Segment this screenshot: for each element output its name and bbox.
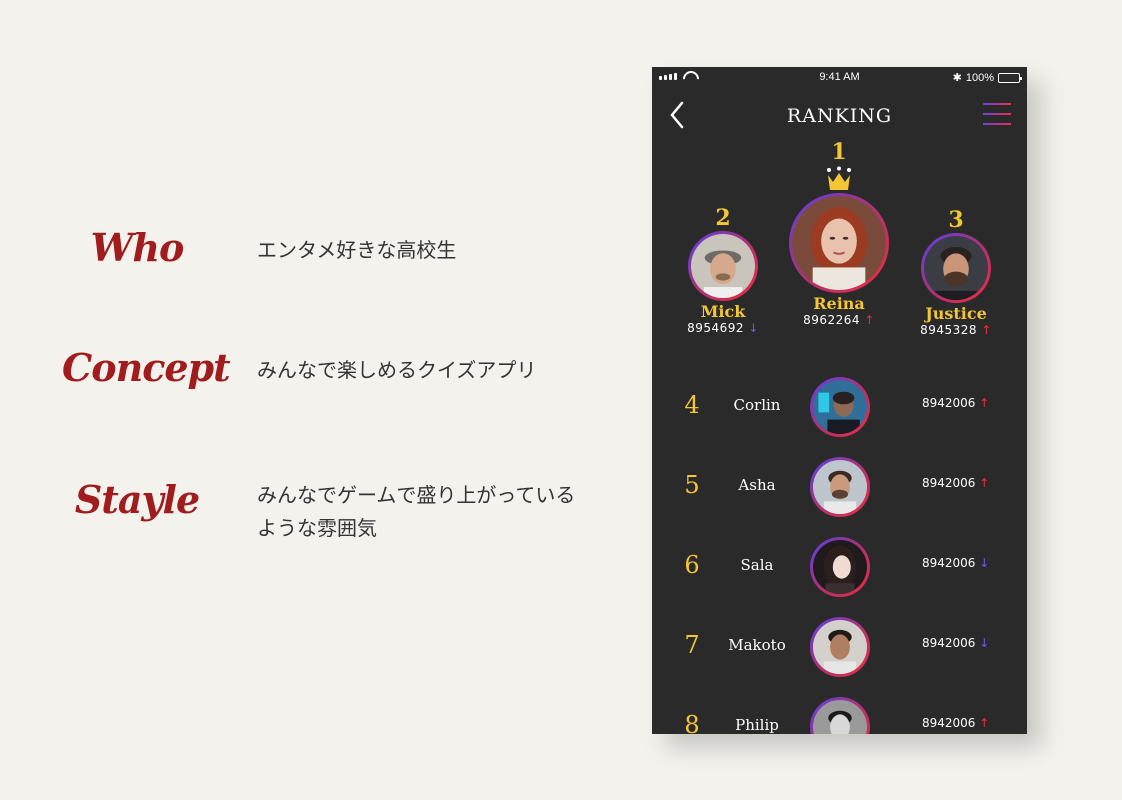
row-name: Makoto (728, 636, 786, 654)
battery-percent: 100% (965, 71, 994, 84)
ranking-row[interactable]: 4 Corlin 8942006 ↑ (652, 373, 1027, 443)
status-right: ✱ 100% (952, 71, 1022, 84)
menu-line-icon (983, 113, 1011, 115)
avatar-image (792, 196, 886, 290)
podium-second[interactable]: 2 Mick 8954692 ↓ (678, 205, 768, 335)
bluetooth-icon: ✱ (952, 72, 962, 84)
score-value: 8962264 (803, 313, 861, 327)
podium-name: Justice (925, 304, 987, 323)
ranking-row[interactable]: 5 Asha 8942006 ↑ (652, 453, 1027, 523)
crown-icon (827, 166, 851, 190)
score-value: 8954692 (687, 321, 745, 335)
score-value: 8942006 (922, 396, 976, 410)
battery-icon (998, 72, 1022, 83)
menu-button[interactable] (983, 103, 1011, 127)
menu-line-icon (983, 103, 1011, 105)
podium-rank: 3 (948, 207, 964, 233)
podium-rank: 2 (715, 205, 731, 231)
score-value: 8945328 (920, 323, 978, 337)
row-score: 8942006 ↑ (922, 396, 989, 410)
podium-first[interactable]: 1 Reina 8962264 ↑ (789, 139, 889, 327)
podium-name: Reina (813, 294, 865, 313)
row-rank: 7 (684, 631, 700, 659)
score-value: 8942006 (922, 636, 976, 650)
score-value: 8942006 (922, 716, 976, 730)
avatar-image (924, 236, 988, 300)
podium-score: 8945328 ↑ (911, 323, 1001, 337)
row-score: 8942006 ↓ (922, 556, 989, 570)
avatar-image (691, 234, 755, 298)
ranking-row[interactable]: 7 Makoto 8942006 ↓ (652, 613, 1027, 683)
score-value: 8942006 (922, 556, 976, 570)
row-score: 8942006 ↑ (922, 716, 989, 730)
podium-third[interactable]: 3 Justice 8945328 ↑ (911, 207, 1001, 337)
arrow-up-icon: ↑ (981, 323, 992, 337)
avatar (789, 193, 889, 293)
avatar-image (813, 540, 867, 594)
row-rank: 5 (684, 471, 700, 499)
avatar-image (813, 700, 867, 734)
status-bar: 9:41 AM ✱ 100% (652, 67, 1027, 87)
arrow-up-icon: ↑ (979, 716, 990, 730)
ranking-row[interactable]: 8 Philip 8942006 ↑ (652, 693, 1027, 734)
avatar (688, 231, 758, 301)
menu-line-icon (983, 123, 1011, 125)
avatar (810, 697, 870, 734)
avatar (810, 457, 870, 517)
row-rank: 4 (684, 391, 700, 419)
page-title: RANKING (786, 105, 893, 127)
avatar (810, 377, 870, 437)
concept-value-concept: みんなで楽しめるクイズアプリ (257, 358, 537, 382)
nav-bar: RANKING (652, 97, 1027, 137)
concept-key-concept: Concept (62, 345, 231, 390)
avatar (810, 617, 870, 677)
arrow-down-icon: ↓ (748, 321, 759, 335)
podium-score: 8954692 ↓ (678, 321, 768, 335)
avatar (921, 233, 991, 303)
phone-screen: 9:41 AM ✱ 100% RANKING 1 Reina 8962264 ↑… (652, 67, 1027, 734)
row-name: Corlin (733, 396, 781, 414)
row-name: Asha (738, 476, 776, 494)
podium-rank: 1 (831, 139, 847, 165)
row-score: 8942006 ↓ (922, 636, 989, 650)
podium-name: Mick (700, 302, 746, 321)
podium-score: 8962264 ↑ (789, 313, 889, 327)
avatar (810, 537, 870, 597)
arrow-down-icon: ↓ (979, 556, 990, 570)
row-rank: 8 (684, 711, 700, 734)
concept-value-style: みんなでゲームで盛り上がっているような雰囲気 (257, 483, 576, 540)
arrow-down-icon: ↓ (979, 636, 990, 650)
row-rank: 6 (684, 551, 700, 579)
arrow-up-icon: ↑ (979, 476, 990, 490)
avatar-image (813, 620, 867, 674)
row-name: Sala (740, 556, 774, 574)
avatar-image (813, 380, 867, 434)
concept-key-style: Stayle (74, 477, 200, 522)
arrow-up-icon: ↑ (864, 313, 875, 327)
row-score: 8942006 ↑ (922, 476, 989, 490)
score-value: 8942006 (922, 476, 976, 490)
avatar-image (813, 460, 867, 514)
concept-value-who: エンタメ好きな高校生 (257, 238, 457, 262)
arrow-up-icon: ↑ (979, 396, 990, 410)
concept-key-who: Who (90, 225, 185, 270)
row-name: Philip (735, 716, 779, 734)
ranking-row[interactable]: 6 Sala 8942006 ↓ (652, 533, 1027, 603)
